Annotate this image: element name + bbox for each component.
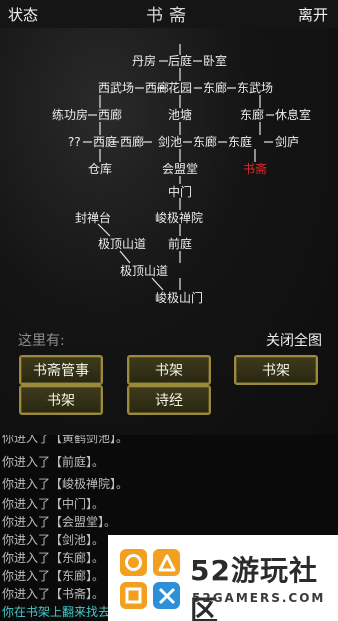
room-zhongmen[interactable]: 中门 bbox=[168, 185, 192, 199]
log-line: 你进入了【书斋】。 bbox=[2, 587, 105, 601]
map-lines bbox=[83, 44, 274, 291]
log-line: 你进入了【中门】。 bbox=[2, 497, 105, 511]
room-dongwuchang[interactable]: 东武场 bbox=[237, 81, 273, 95]
room-fengchantai[interactable]: 封禅台 bbox=[75, 211, 111, 225]
full-map: 丹房 后庭 卧室 西武场 西廊 花园 东廊 东武场 练功房 西廊 池塘 东廊 休… bbox=[0, 28, 338, 348]
room-houting[interactable]: 后庭 bbox=[168, 54, 192, 68]
room-junjishanmen[interactable]: 峻极山门 bbox=[155, 291, 203, 305]
close-map-button[interactable]: 关闭全图 bbox=[266, 330, 322, 350]
room-xiting[interactable]: 西庭 bbox=[93, 135, 117, 149]
log-line: 你进入了【黄鹤剑池】。 bbox=[2, 435, 129, 445]
object-button-shijing[interactable]: 诗经 bbox=[127, 385, 211, 415]
here-label: 这里有: bbox=[18, 333, 65, 349]
room-woshi[interactable]: 卧室 bbox=[203, 54, 227, 68]
log-line: 你进入了【峻极禅院】。 bbox=[2, 477, 129, 491]
room-xilang[interactable]: 西廊 bbox=[145, 81, 169, 95]
room-huayuan[interactable]: 花园 bbox=[168, 81, 192, 95]
object-label: 诗经 bbox=[155, 393, 183, 409]
map-link bbox=[97, 223, 111, 237]
leave-button[interactable]: 离开 bbox=[298, 4, 328, 25]
object-label: 书架 bbox=[155, 363, 183, 379]
room-chitang[interactable]: 池塘 bbox=[168, 108, 192, 122]
watermark-url: 52GAMERS.COM bbox=[192, 591, 326, 605]
npc-button-shuzhai-guanshi[interactable]: 书斋管事 bbox=[19, 355, 103, 385]
object-label: 书架 bbox=[47, 393, 75, 409]
room-qianting[interactable]: 前庭 bbox=[168, 237, 192, 251]
top-bar: 状态 书斋 离开 bbox=[0, 0, 338, 28]
room-danfang[interactable]: 丹房 bbox=[132, 54, 156, 68]
room-dongting[interactable]: 东庭 bbox=[228, 135, 252, 149]
map-panel: 丹房 后庭 卧室 西武场 西廊 花园 东廊 东武场 练功房 西廊 池塘 东廊 休… bbox=[0, 28, 338, 435]
log-line: 你进入了【剑池】。 bbox=[2, 533, 105, 547]
room-xiuxishi[interactable]: 休息室 bbox=[275, 108, 311, 122]
map-link bbox=[119, 250, 131, 264]
room-title: 书斋 bbox=[146, 6, 192, 26]
object-label: 书架 bbox=[262, 363, 290, 379]
room-dingshandao[interactable]: 极顶山道 bbox=[98, 237, 146, 251]
map-link bbox=[151, 277, 164, 291]
watermark-title: 52游玩社区 bbox=[190, 554, 318, 621]
room-xilang[interactable]: 西廊 bbox=[98, 108, 122, 122]
room-unknown[interactable]: ?? bbox=[68, 135, 81, 149]
room-donglang[interactable]: 东廊 bbox=[240, 108, 264, 122]
room-junjichanyuan[interactable]: 峻极禅院 bbox=[155, 211, 203, 225]
object-button-shujia[interactable]: 书架 bbox=[19, 385, 103, 415]
room-huimengtang[interactable]: 会盟堂 bbox=[162, 162, 198, 176]
room-shuzhai-current[interactable]: 书斋 bbox=[243, 162, 267, 176]
log-line: 你进入了【会盟堂】。 bbox=[2, 515, 117, 529]
room-dingshandao[interactable]: 极顶山道 bbox=[120, 264, 168, 278]
log-line: 你进入了【东廊】。 bbox=[2, 551, 105, 565]
gamepad-logo-icon bbox=[120, 549, 182, 611]
object-label: 书斋管事 bbox=[33, 363, 89, 379]
room-cangku[interactable]: 仓库 bbox=[88, 162, 112, 176]
watermark-banner: 52游玩社区 52GAMERS.COM bbox=[108, 535, 338, 621]
room-donglang[interactable]: 东廊 bbox=[203, 81, 227, 95]
log-line: 你进入了【东廊】。 bbox=[2, 569, 105, 583]
room-xilang[interactable]: 西廊 bbox=[120, 135, 144, 149]
object-button-shujia[interactable]: 书架 bbox=[234, 355, 318, 385]
room-jianlu[interactable]: 剑庐 bbox=[275, 135, 299, 149]
log-line-highlight: 你在书架上翻来找去 bbox=[2, 605, 111, 619]
object-button-shujia[interactable]: 书架 bbox=[127, 355, 211, 385]
room-xiwuchang[interactable]: 西武场 bbox=[98, 81, 134, 95]
room-liangongfang[interactable]: 练功房 bbox=[52, 108, 88, 122]
room-jianchi[interactable]: 剑池 bbox=[158, 135, 182, 149]
log-line: 你进入了【前庭】。 bbox=[2, 455, 105, 469]
room-donglang[interactable]: 东廊 bbox=[193, 135, 217, 149]
